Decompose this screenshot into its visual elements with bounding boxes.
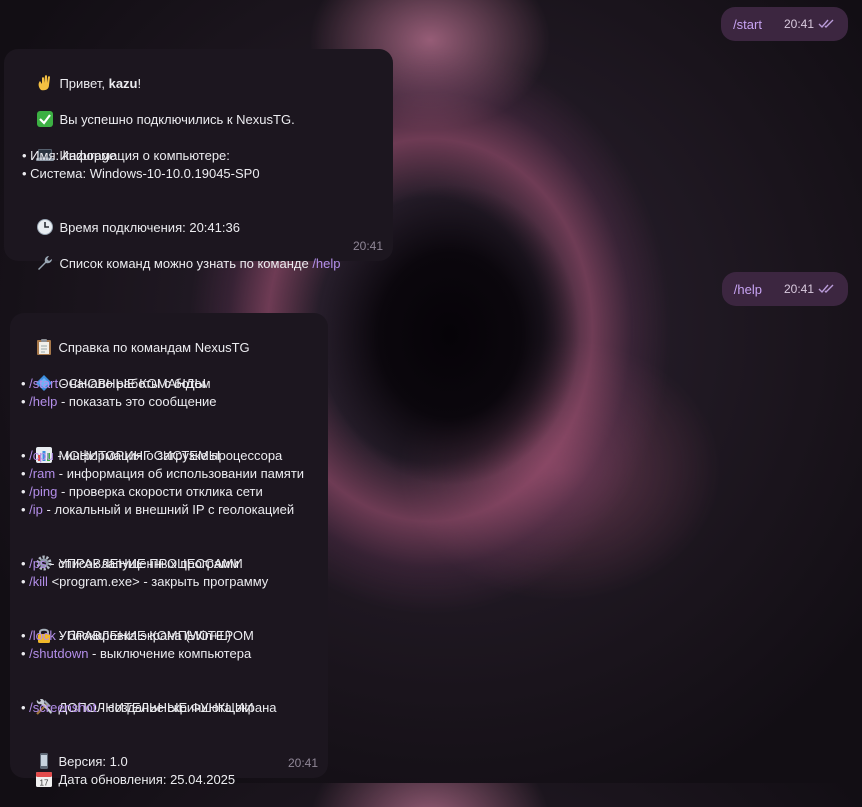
shutdown-command-link[interactable]: /shutdown	[29, 646, 88, 661]
help-title: Справка по командам NexusTG	[21, 321, 316, 355]
cpu-command-link[interactable]: /cpu	[29, 448, 54, 463]
chat-window: { "out_messages": [ {"text": "/start", "…	[0, 0, 862, 787]
double-check-icon	[818, 19, 834, 29]
command-item: • /screenshot - создание скриншота экран…	[21, 700, 277, 715]
section-title: ДОПОЛНИТЕЛЬНЫЕ ФУНКЦИИ	[21, 681, 316, 715]
section-title: ОСНОВНЫЕ КОМАНДЫ	[21, 357, 316, 391]
command-item: • /kill <program.exe> - закрыть программ…	[21, 574, 269, 589]
command-item: • /start - начало работы с ботом	[21, 376, 211, 391]
ping-command-link[interactable]: /ping	[29, 484, 57, 499]
command-item: • /lock - блокировка экрана (Win+L)	[21, 628, 232, 643]
message-text[interactable]: /help	[734, 282, 762, 297]
clock-icon	[37, 219, 54, 235]
version-line: Версия: 1.0	[21, 735, 316, 769]
message-time: 20:41	[287, 756, 318, 770]
message-time: 20:41	[783, 17, 814, 31]
help-command-link[interactable]: /help	[29, 394, 57, 409]
screenshot-command-link[interactable]: /screenshot	[29, 700, 96, 715]
message-text[interactable]: /start	[733, 17, 762, 32]
lock-command-link[interactable]: /lock	[29, 628, 56, 643]
start-command-link[interactable]: /start	[29, 376, 58, 391]
wrench-icon	[38, 256, 53, 270]
help-command-link[interactable]: /help	[312, 256, 340, 271]
mobile-phone-icon	[40, 753, 49, 769]
outgoing-message-start[interactable]: /start 20:41	[721, 7, 848, 41]
outgoing-message-help[interactable]: /help 20:41	[721, 272, 848, 306]
waving-hand-icon	[39, 75, 51, 91]
command-item: • /ip - локальный и внешний IP с геолока…	[21, 502, 295, 517]
command-item: • /shutdown - выключение компьютера	[21, 646, 252, 661]
command-item: • /ram - информация об использовании пам…	[21, 466, 305, 481]
connected-line: Вы успешно подключились к NexusTG.	[22, 93, 381, 127]
commands-hint: Список команд можно узнать по команде /h…	[22, 237, 381, 271]
calendar-icon: 17	[36, 772, 53, 787]
incoming-message-welcome[interactable]: Привет, kazu! Вы успешно подключились к …	[4, 49, 393, 271]
pc-info-title: Информация о компьютере:	[22, 129, 381, 163]
greeting-line: Привет, kazu!	[22, 57, 381, 91]
section-title: УПРАВЛЕНИЕ ПРОЦЕССАМИ	[21, 537, 316, 571]
section-title: МОНИТОРИНГ СИСТЕМЫ	[21, 429, 316, 463]
command-item: • /ps - список запущенных программ	[21, 556, 239, 571]
check-mark-button-icon	[37, 111, 54, 127]
message-time: 20:41	[352, 239, 383, 253]
user-name: kazu	[108, 76, 138, 91]
clipboard-icon	[37, 339, 52, 355]
section-title: УПРАВЛЕНИЕ КОМПЬЮТЕРОМ	[21, 609, 316, 643]
incoming-message-help[interactable]: Справка по командам NexusTG ОСНОВНЫЕ КОМ…	[10, 313, 328, 787]
command-item: • /cpu - информация о загрузке процессор…	[21, 448, 283, 463]
ps-command-link[interactable]: /ps	[29, 556, 46, 571]
kill-command-link[interactable]: /kill	[29, 574, 48, 589]
pc-system: • Система: Windows-10-10.0.19045-SP0	[22, 166, 260, 181]
message-time: 20:41	[783, 282, 814, 296]
command-item: • /ping - проверка скорости отклика сети	[21, 484, 263, 499]
double-check-icon	[818, 284, 834, 294]
ip-command-link[interactable]: /ip	[29, 502, 43, 517]
command-item: • /help - показать это сообщение	[21, 394, 217, 409]
connection-time: Время подключения: 20:41:36	[22, 201, 381, 235]
ram-command-link[interactable]: /ram	[29, 466, 55, 481]
